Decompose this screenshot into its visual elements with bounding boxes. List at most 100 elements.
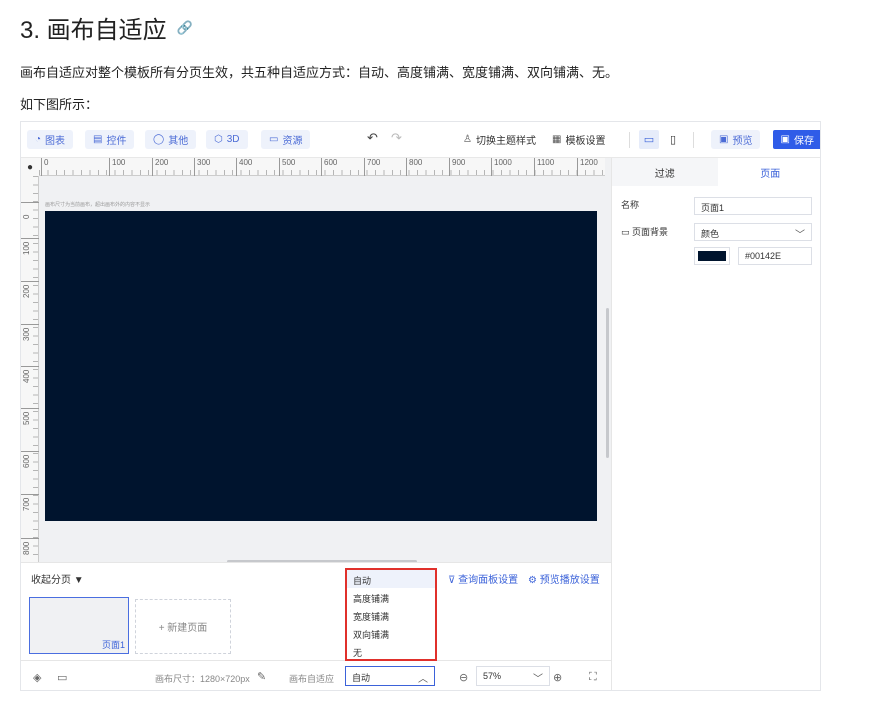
settings-grid-icon: ▦ <box>552 134 562 145</box>
tab-filter[interactable]: 过滤 <box>612 158 718 186</box>
ruler-tick-label: 800 <box>21 538 39 555</box>
other-button[interactable]: ◯ 其他 <box>145 130 197 149</box>
query-panel-settings-link[interactable]: ⊽ 查询面板设置 <box>448 571 518 586</box>
ruler-tick-text: 200 <box>22 284 31 298</box>
divider <box>693 132 694 148</box>
preview-play-label: 预览播放设置 <box>539 575 600 586</box>
zoom-in-icon[interactable]: ⊕ <box>553 671 562 684</box>
vertical-scrollbar[interactable] <box>606 308 609 458</box>
fit-option-none[interactable]: 无 <box>347 642 435 660</box>
zoom-out-icon[interactable]: ⊖ <box>459 671 468 684</box>
gear-icon: ⚙ <box>528 575 537 586</box>
ruler-tick-label: 300 <box>194 158 210 176</box>
ruler-tick-text: 300 <box>22 327 31 341</box>
widget-button[interactable]: ▤ 控件 <box>85 130 135 149</box>
template-settings-button[interactable]: ▦ 模板设置 <box>552 132 605 147</box>
page-thumbnail-label: 页面1 <box>101 640 125 650</box>
threed-button[interactable]: ⬡ 3D <box>206 130 248 149</box>
fit-option-auto[interactable]: 自动 <box>347 570 435 588</box>
zoom-value: 57% <box>483 671 502 681</box>
widget-button-label: 控件 <box>106 136 127 147</box>
horizontal-ruler: 0 100 200 300 400 500 600 700 800 900 10… <box>39 158 605 176</box>
other-icon: ◯ <box>153 134 165 145</box>
fit-option-both[interactable]: 双向铺满 <box>347 624 435 642</box>
ruler-tick-text: 100 <box>22 241 31 255</box>
save-icon: ▣ <box>780 134 790 145</box>
page-thumbnail[interactable]: 页面1 <box>29 597 129 654</box>
tab-page[interactable]: 页面 <box>718 158 821 186</box>
mobile-view-icon[interactable]: ▯ <box>663 130 683 149</box>
ruler-tick-text: 700 <box>22 497 31 511</box>
page-name-input[interactable]: 页面1 <box>694 197 812 215</box>
new-page-button[interactable]: + 新建页面 <box>135 599 231 654</box>
fit-option-height[interactable]: 高度铺满 <box>347 588 435 606</box>
canvas-hint: 画布尺寸为当前画布，超出画布外的内容不显示 <box>45 202 151 208</box>
other-button-label: 其他 <box>168 136 189 147</box>
canvas-workspace[interactable]: 0 100 200 300 400 500 600 700 800 900 10… <box>21 158 611 563</box>
chart-icon: ◔ <box>35 134 42 145</box>
resource-button-label: 资源 <box>282 136 303 147</box>
page-background-label-text: 页面背景 <box>632 227 669 237</box>
chevron-up-icon: ︿ <box>418 674 428 685</box>
color-hex-input[interactable]: #00142E <box>738 247 812 265</box>
cube-icon: ⬡ <box>214 134 223 145</box>
desktop-view-icon[interactable]: ▭ <box>639 130 659 149</box>
ruler-tick-label: 700 <box>21 494 39 511</box>
fit-screen-icon[interactable]: ⛶ <box>589 671 597 684</box>
chevron-down-icon: ﹀ <box>533 674 543 685</box>
ruler-tick-text: 500 <box>22 411 31 425</box>
preview-play-settings-link[interactable]: ⚙ 预览播放设置 <box>528 571 600 586</box>
undo-icon[interactable]: ↶ <box>367 130 378 146</box>
zoom-select[interactable]: 57% ﹀ <box>476 666 550 686</box>
filter-icon: ⊽ <box>448 575 456 586</box>
widget-icon: ▤ <box>93 134 103 145</box>
background-type-select[interactable]: 颜色 ﹀ <box>694 223 812 241</box>
bottom-bar: ◈ ▭ 画布尺寸：1280×720px ✎ 画布自适应 自动 ︿ ⊖ 57% ﹀… <box>21 660 611 690</box>
background-type-value: 颜色 <box>701 229 720 239</box>
ruler-tick-label: 100 <box>109 158 125 176</box>
intro-paragraph: 画布自适应对整个模板所有分页生效，共五种自适应方式：自动、高度铺满、宽度铺满、双… <box>20 65 619 80</box>
fit-option-width[interactable]: 宽度铺满 <box>347 606 435 624</box>
anchor-link-icon[interactable]: 🔗 <box>177 20 193 36</box>
resource-button[interactable]: ▭ 资源 <box>261 130 311 149</box>
canvas-size-label: 画布尺寸：1280×720px <box>155 674 250 684</box>
preview-button-label: 预览 <box>732 136 753 147</box>
properties-panel: 过滤 页面 名称 页面1 ▭ 页面背景 颜色 ﹀ #00142E <box>611 158 821 690</box>
resource-icon: ▭ <box>269 134 279 145</box>
editor-window: ◔ 图表 ▤ 控件 ◯ 其他 ⬡ 3D ▭ 资源 ↶ ↷ ♙ 切换主题样式 ▦ 模板设置 ▭ … <box>20 121 821 691</box>
ruler-tick-label: 500 <box>21 408 39 425</box>
shirt-icon: ♙ <box>463 134 472 145</box>
chart-button[interactable]: ◔ 图表 <box>27 130 74 149</box>
save-button[interactable]: ▣ 保存 <box>772 130 820 149</box>
monitor-icon: ▭ <box>621 227 630 237</box>
theme-switch-button[interactable]: ♙ 切换主题样式 <box>463 132 536 147</box>
properties-tabs: 过滤 页面 <box>612 158 821 186</box>
threed-button-label: 3D <box>226 134 240 145</box>
ruler-tick-label: 1000 <box>491 158 512 176</box>
page-panel: 收起分页 ▼ ⊽ 查询面板设置 ⚙ 预览播放设置 页面1 + 新建页面 <box>21 562 611 654</box>
keyboard-icon[interactable]: ▭ <box>57 671 67 684</box>
ruler-tick-label: 300 <box>21 324 39 341</box>
ruler-tick-label: 200 <box>152 158 168 176</box>
ruler-tick-label: 900 <box>449 158 465 176</box>
template-settings-label: 模板设置 <box>565 136 606 147</box>
section-title: 3. 画布自适应 🔗 <box>20 10 193 45</box>
monitor-icon: ▣ <box>719 134 729 145</box>
layers-icon[interactable]: ◈ <box>33 671 41 684</box>
figure-caption: 如下图所示： <box>20 97 99 112</box>
ruler-tick-label: 500 <box>279 158 295 176</box>
fit-mode-select[interactable]: 自动 ︿ <box>345 666 435 686</box>
page-background-label: ▭ 页面背景 <box>621 225 668 238</box>
preview-button[interactable]: ▣ 预览 <box>711 130 761 149</box>
canvas-area[interactable] <box>45 211 597 521</box>
redo-icon[interactable]: ↷ <box>391 130 402 146</box>
eye-icon[interactable]: ● <box>21 158 39 176</box>
ruler-tick-label: 200 <box>21 281 39 298</box>
color-swatch[interactable] <box>694 247 730 265</box>
ruler-tick-label: 0 <box>21 202 39 219</box>
fit-mode-value: 自动 <box>352 673 371 683</box>
ruler-tick-label: 1100 <box>534 158 554 176</box>
collapse-pages-toggle[interactable]: 收起分页 ▼ <box>31 571 84 586</box>
chevron-down-icon: ﹀ <box>795 230 805 241</box>
edit-icon[interactable]: ✎ <box>257 670 266 683</box>
